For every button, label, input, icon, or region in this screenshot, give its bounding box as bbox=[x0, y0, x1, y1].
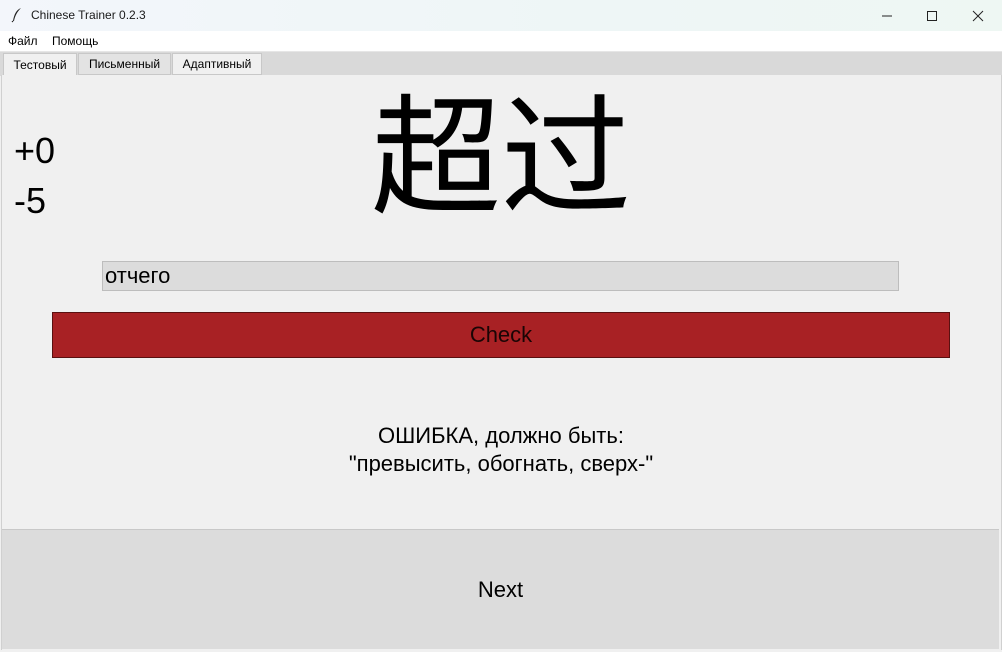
wrong-count: -5 bbox=[14, 180, 47, 221]
tab-written[interactable]: Письменный bbox=[78, 53, 171, 75]
minimize-button[interactable] bbox=[864, 0, 910, 31]
answer-input[interactable] bbox=[102, 261, 899, 291]
next-button[interactable]: Next bbox=[2, 529, 999, 649]
menu-file[interactable]: Файл bbox=[8, 34, 38, 48]
menu-bar: Файл Помощь bbox=[0, 31, 1002, 51]
close-icon bbox=[972, 10, 984, 21]
tab-test[interactable]: Тестовый bbox=[3, 53, 77, 77]
correct-count: +0 bbox=[14, 130, 56, 171]
close-button[interactable] bbox=[955, 0, 1001, 31]
feedback-line-1: ОШИБКА, должно быть: bbox=[378, 423, 624, 448]
minimize-icon bbox=[882, 15, 892, 16]
menu-help[interactable]: Помощь bbox=[52, 34, 98, 48]
maximize-icon bbox=[927, 10, 937, 21]
window-title: Chinese Trainer 0.2.3 bbox=[31, 8, 146, 22]
tab-adaptive[interactable]: Адаптивный bbox=[172, 53, 262, 75]
title-bar: Chinese Trainer 0.2.3 bbox=[0, 0, 1002, 31]
check-button[interactable]: Check bbox=[52, 312, 950, 358]
question-hanzi: 超过 bbox=[370, 82, 631, 234]
tab-bar: Тестовый Письменный Адаптивный bbox=[0, 51, 1002, 77]
feedback-line-2: "превысить, обогнать, сверх-" bbox=[348, 451, 654, 476]
maximize-button[interactable] bbox=[909, 0, 955, 31]
feedback-message: ОШИБКА, должно быть: "превысить, обогнат… bbox=[200, 422, 802, 478]
feather-icon bbox=[11, 8, 21, 23]
